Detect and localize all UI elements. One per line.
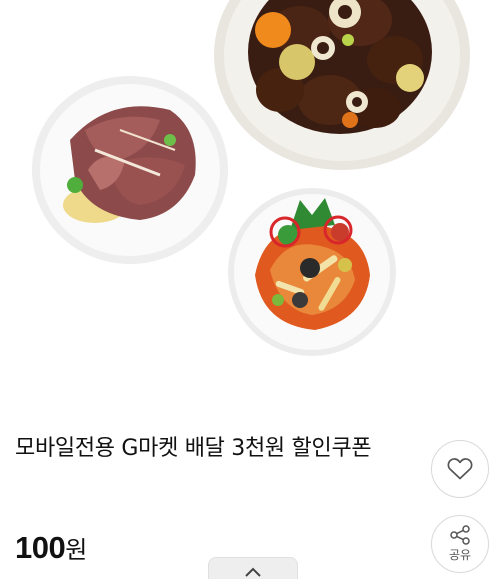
product-title: 모바일전용 G마켓 배달 3천원 할인쿠폰 [15, 436, 372, 461]
like-button[interactable] [431, 440, 489, 498]
chevron-up-icon [245, 567, 261, 577]
product-image[interactable] [0, 0, 500, 410]
share-button[interactable]: 공유 [431, 515, 489, 573]
scroll-top-button[interactable] [208, 557, 298, 579]
share-label: 공유 [448, 548, 472, 562]
price-value: 100 [15, 530, 66, 565]
share-icon [450, 525, 470, 545]
product-detail-page: 모바일전용 G마켓 배달 3천원 할인쿠폰 100원 공유 [0, 0, 500, 579]
price-unit: 원 [65, 536, 88, 564]
product-price: 100원 [15, 530, 87, 566]
food-illustration [32, 0, 470, 356]
heart-outline-icon [447, 458, 473, 480]
